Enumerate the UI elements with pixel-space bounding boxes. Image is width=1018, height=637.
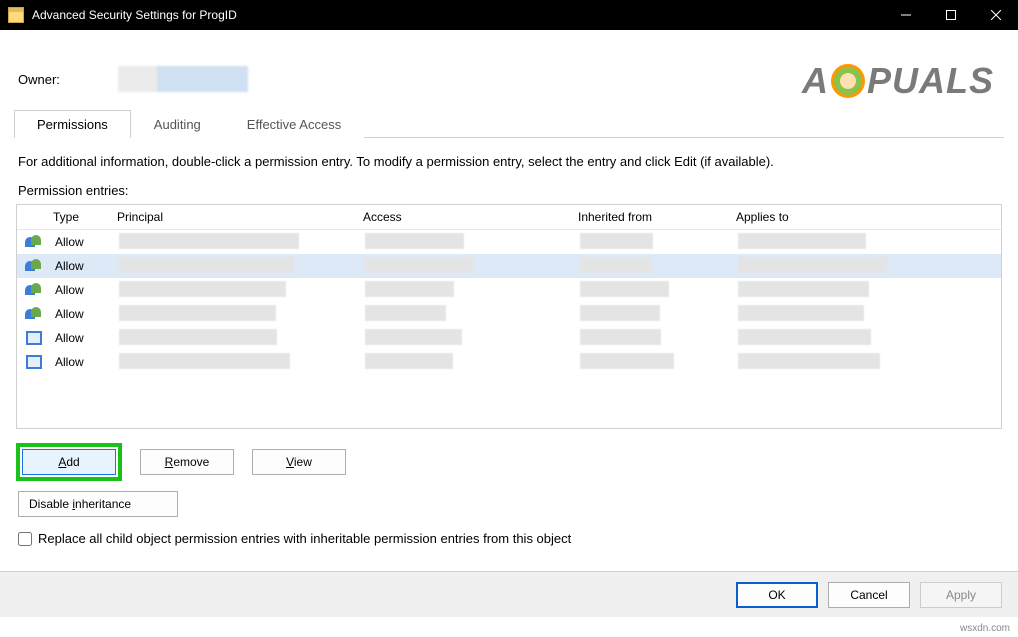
mascot-icon: [831, 64, 865, 98]
window-title: Advanced Security Settings for ProgID: [32, 8, 237, 22]
redacted-cell: [738, 353, 880, 369]
redacted-cell: [738, 233, 866, 249]
table-row[interactable]: Allow: [17, 302, 1001, 326]
redacted-cell: [365, 353, 453, 369]
redacted-cell: [119, 353, 290, 369]
column-icon[interactable]: [17, 205, 47, 229]
column-applies[interactable]: Applies to: [730, 205, 1001, 229]
maximize-button[interactable]: [928, 0, 973, 30]
users-icon: [25, 307, 43, 321]
replace-checkbox-label[interactable]: Replace all child object permission entr…: [38, 531, 571, 546]
redacted-cell: [738, 257, 887, 273]
tab-auditing[interactable]: Auditing: [131, 110, 224, 138]
type-cell: Allow: [49, 281, 113, 299]
cancel-button[interactable]: Cancel: [828, 582, 910, 608]
owner-label: Owner:: [18, 72, 118, 87]
info-text: For additional information, double-click…: [18, 154, 1000, 169]
users-icon: [25, 259, 43, 273]
actions-row: Add Remove View: [16, 443, 1004, 481]
replace-checkbox-row: Replace all child object permission entr…: [18, 531, 1000, 546]
redacted-cell: [580, 257, 652, 273]
content-area: A PUALS Owner: Permissions Auditing Effe…: [0, 30, 1018, 637]
redacted-cell: [580, 281, 669, 297]
redacted-cell: [119, 257, 294, 273]
replace-checkbox[interactable]: [18, 532, 32, 546]
table-row[interactable]: Allow: [17, 254, 1001, 278]
users-icon: [25, 283, 43, 297]
redacted-cell: [580, 305, 660, 321]
minimize-button[interactable]: [883, 0, 928, 30]
table-row[interactable]: Allow: [17, 278, 1001, 302]
type-cell: Allow: [49, 353, 113, 371]
apply-button[interactable]: Apply: [920, 582, 1002, 608]
redacted-cell: [580, 233, 653, 249]
redacted-cell: [365, 329, 462, 345]
titlebar: Advanced Security Settings for ProgID: [0, 0, 1018, 30]
table-row[interactable]: Allow: [17, 230, 1001, 254]
add-button[interactable]: Add: [22, 449, 116, 475]
table-row[interactable]: Allow: [17, 350, 1001, 374]
secondary-actions: Disable inheritance: [18, 491, 1004, 517]
redacted-cell: [365, 233, 464, 249]
type-cell: Allow: [49, 329, 113, 347]
appuals-logo: A PUALS: [802, 60, 994, 102]
users-icon: [25, 235, 43, 249]
redacted-cell: [738, 305, 864, 321]
table-header: Type Principal Access Inherited from App…: [17, 205, 1001, 230]
column-access[interactable]: Access: [357, 205, 572, 229]
column-inherited[interactable]: Inherited from: [572, 205, 730, 229]
redacted-cell: [365, 305, 446, 321]
object-icon: [26, 331, 42, 345]
redacted-cell: [119, 305, 276, 321]
type-cell: Allow: [49, 305, 113, 323]
object-icon: [26, 355, 42, 369]
remove-button[interactable]: Remove: [140, 449, 234, 475]
redacted-cell: [580, 353, 674, 369]
folder-icon: [8, 7, 24, 23]
redacted-cell: [119, 233, 299, 249]
column-principal[interactable]: Principal: [111, 205, 357, 229]
type-cell: Allow: [49, 257, 113, 275]
tab-permissions[interactable]: Permissions: [14, 110, 131, 138]
redacted-cell: [738, 281, 869, 297]
close-button[interactable]: [973, 0, 1018, 30]
redacted-cell: [365, 257, 473, 273]
site-credit: wsxdn.com: [960, 623, 1010, 634]
column-type[interactable]: Type: [47, 205, 111, 229]
tab-effective-access[interactable]: Effective Access: [224, 110, 364, 138]
redacted-cell: [580, 329, 661, 345]
ok-button[interactable]: OK: [736, 582, 818, 608]
bottom-bar: OK Cancel Apply: [0, 571, 1018, 617]
add-highlight: Add: [16, 443, 122, 481]
owner-value-redacted: [118, 66, 248, 92]
tab-strip: Permissions Auditing Effective Access: [14, 110, 1004, 138]
redacted-cell: [738, 329, 871, 345]
entries-label: Permission entries:: [18, 183, 1000, 198]
view-button[interactable]: View: [252, 449, 346, 475]
permission-entries-table: Type Principal Access Inherited from App…: [16, 204, 1002, 429]
redacted-cell: [119, 329, 277, 345]
table-body: Allow Allow Allow Allow Allow Allow: [17, 230, 1001, 428]
disable-inheritance-button[interactable]: Disable inheritance: [18, 491, 178, 517]
redacted-cell: [119, 281, 286, 297]
table-row[interactable]: Allow: [17, 326, 1001, 350]
redacted-cell: [365, 281, 454, 297]
type-cell: Allow: [49, 233, 113, 251]
